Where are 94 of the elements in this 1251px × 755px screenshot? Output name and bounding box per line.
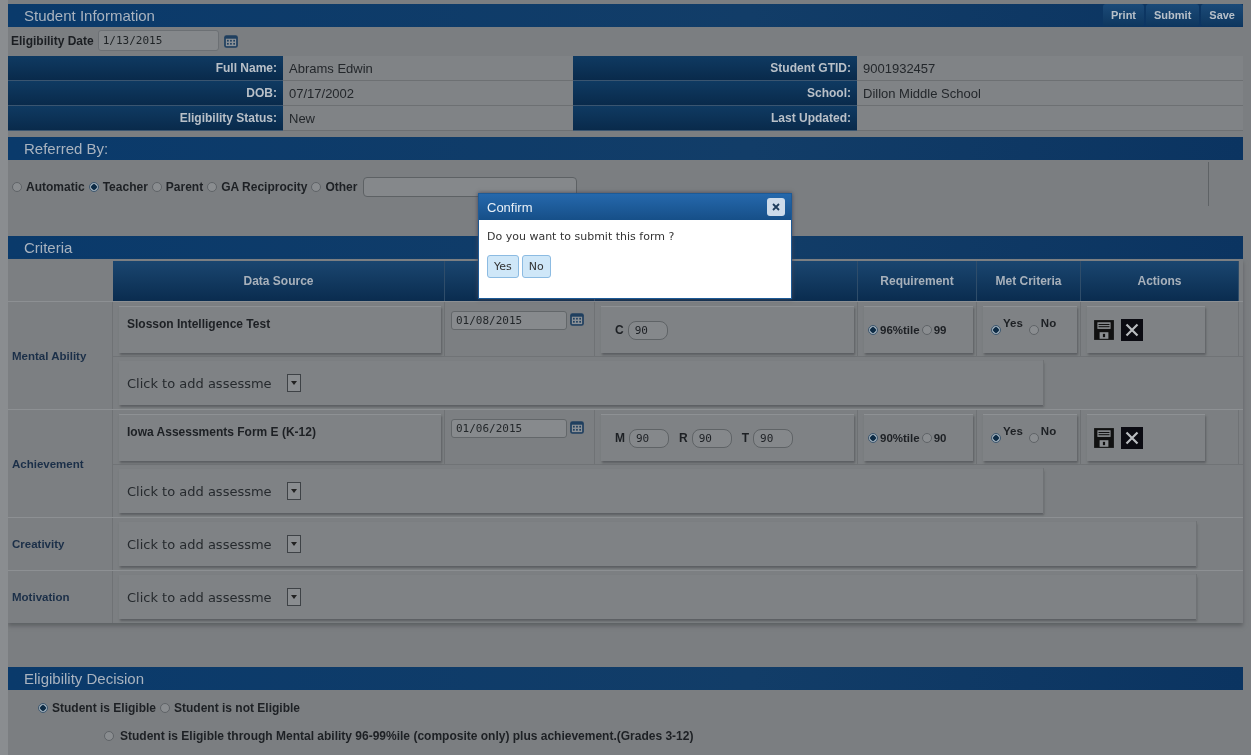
score-label: T xyxy=(741,431,749,445)
radio-label: Automatic xyxy=(26,180,85,194)
radio-button[interactable] xyxy=(12,182,22,192)
radio-button[interactable] xyxy=(991,325,1001,335)
assessment-name: Slosson Intelligence Test xyxy=(119,306,441,353)
close-button[interactable] xyxy=(767,198,785,216)
assessment-dropdown[interactable]: Click to add assessme xyxy=(119,575,1196,619)
toolbar-button[interactable]: Save xyxy=(1201,4,1243,26)
radio-label: Other xyxy=(325,180,358,194)
delete-icon[interactable] xyxy=(1121,427,1143,449)
save-icon[interactable] xyxy=(1093,319,1115,341)
toolbar-button[interactable]: Submit xyxy=(1146,4,1200,26)
category-label: Motivation xyxy=(12,591,70,603)
assessment-dropdown[interactable]: Click to add assessme xyxy=(119,522,1196,566)
field-label: Student GTID: xyxy=(573,56,857,81)
score-label: C xyxy=(615,323,624,337)
caret-icon xyxy=(287,482,301,500)
radio-button[interactable] xyxy=(160,703,170,713)
field-label: School: xyxy=(573,81,857,106)
radio-label: No xyxy=(1040,425,1057,437)
calendar-icon[interactable] xyxy=(222,32,239,49)
dialog-title: Confirm xyxy=(487,199,533,215)
category-label: Mental Ability xyxy=(12,349,87,362)
field-label: Full Name: xyxy=(8,56,283,81)
radio-button[interactable] xyxy=(311,182,322,192)
dialog-button[interactable]: No xyxy=(521,255,551,278)
caret-icon xyxy=(287,588,301,606)
score-label: M xyxy=(615,431,625,445)
radio-button[interactable] xyxy=(207,182,218,192)
dialog-message: Do you want to submit this form ? xyxy=(487,230,676,243)
score-field[interactable]: 90 xyxy=(753,428,793,448)
delete-icon[interactable] xyxy=(1121,319,1143,341)
field-label: Last Updated: xyxy=(573,106,857,131)
field-value: 07/17/2002 xyxy=(283,81,573,106)
calendar-icon[interactable] xyxy=(569,419,585,435)
radio-button[interactable] xyxy=(1028,325,1039,335)
field-value: Abrams Edwin xyxy=(283,56,573,81)
caret-icon xyxy=(287,535,301,553)
calendar-icon[interactable] xyxy=(569,311,585,327)
radio-label: Student is not Eligible xyxy=(174,701,300,715)
radio-label: GA Reciprocity xyxy=(221,180,308,194)
toolbar-button[interactable]: Print xyxy=(1102,4,1144,26)
radio-button[interactable] xyxy=(868,433,878,443)
column-header: Actions xyxy=(1081,261,1239,301)
section-title: Student Information xyxy=(24,7,155,24)
radio-button[interactable] xyxy=(38,703,48,713)
caret-icon xyxy=(287,374,301,392)
radio-button[interactable] xyxy=(921,325,932,335)
radio-label: 96%tile xyxy=(880,324,920,336)
column-header: Requirement xyxy=(858,261,977,301)
section-title: Referred By: xyxy=(24,140,109,157)
field-label: Eligibility Date xyxy=(10,33,94,48)
field-value: New xyxy=(283,106,573,131)
assessment-name: Iowa Assessments Form E (K-12) xyxy=(119,414,441,461)
radio-label: Student is Eligible xyxy=(52,701,156,715)
date-field[interactable]: 1/13/2015 xyxy=(97,30,219,51)
score-field[interactable]: 90 xyxy=(627,320,668,340)
radio-button[interactable] xyxy=(868,325,878,335)
score-field[interactable]: 90 xyxy=(691,428,732,448)
radio-label: Parent xyxy=(165,180,204,194)
radio-button[interactable] xyxy=(151,182,162,192)
category-label: Creativity xyxy=(12,538,65,550)
radio-label: 90%tile xyxy=(880,432,920,444)
column-header: Met Criteria xyxy=(977,261,1081,301)
radio-label: 99 xyxy=(933,324,947,336)
radio-label: No xyxy=(1040,317,1057,329)
close-icon xyxy=(771,202,781,212)
text-field[interactable] xyxy=(363,177,578,197)
dialog-button[interactable]: Yes xyxy=(487,255,519,278)
radio-button[interactable] xyxy=(921,433,932,443)
date-field[interactable]: 01/06/2015 xyxy=(451,419,567,438)
column-header: Data Source xyxy=(113,261,445,301)
field-value: 9001932457 xyxy=(857,56,1243,81)
section-title: Criteria xyxy=(24,239,73,256)
score-label: R xyxy=(679,431,688,445)
save-icon[interactable] xyxy=(1093,427,1115,449)
radio-label: Yes xyxy=(1003,425,1023,437)
radio-label: Teacher xyxy=(102,180,148,194)
radio-button[interactable] xyxy=(991,433,1001,443)
field-label: DOB: xyxy=(8,81,283,106)
section-title: Eligibility Decision xyxy=(24,670,145,687)
field-value: Dillon Middle School xyxy=(857,81,1243,106)
radio-button[interactable] xyxy=(88,182,99,192)
radio-label: Student is Eligible through Mental ability 96-99%ile (composite only) plus achievement.(Grades 3-12) xyxy=(120,729,694,743)
date-field[interactable]: 01/08/2015 xyxy=(451,311,567,330)
radio-label: Yes xyxy=(1003,317,1023,329)
radio-label: 90 xyxy=(933,432,947,444)
field-label: Eligibility Status: xyxy=(8,106,283,131)
radio-button[interactable] xyxy=(1028,433,1039,443)
assessment-dropdown[interactable]: Click to add assessme xyxy=(119,469,1043,513)
assessment-dropdown[interactable]: Click to add assessme xyxy=(119,361,1043,405)
radio-button[interactable] xyxy=(104,731,114,741)
category-label: Achievement xyxy=(12,457,84,470)
score-field[interactable]: 90 xyxy=(629,428,669,448)
